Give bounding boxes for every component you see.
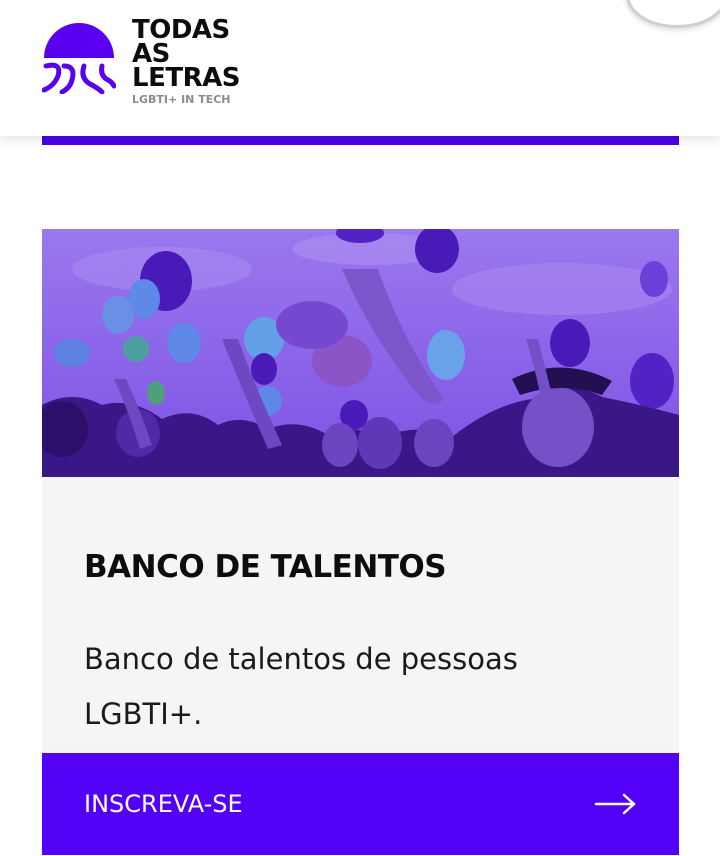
balloons-crowd-illustration (42, 229, 679, 477)
page: TODAS AS LETRAS LGBTI+ IN TECH BANCO DE … (0, 0, 720, 856)
arrow-right-icon (594, 793, 636, 815)
signup-button[interactable]: INSCREVA-SE (42, 753, 679, 855)
site-header: TODAS AS LETRAS LGBTI+ IN TECH (0, 0, 720, 136)
previous-card-bottom-bar (42, 136, 679, 145)
jellyfish-logo-icon (42, 23, 116, 94)
talent-bank-card: BANCO DE TALENTOS Banco de talentos de p… (42, 229, 679, 855)
card-image (42, 229, 679, 477)
logo-tagline: LGBTI+ IN TECH (132, 93, 231, 106)
logo-word-3: LETRAS (132, 63, 240, 93)
logo-wordmark: TODAS AS LETRAS LGBTI+ IN TECH (132, 17, 240, 106)
header-corner-button[interactable] (626, 0, 720, 28)
logo-link[interactable]: TODAS AS LETRAS LGBTI+ IN TECH (42, 17, 272, 118)
signup-button-label: INSCREVA-SE (84, 790, 243, 818)
card-title: BANCO DE TALENTOS (84, 548, 447, 585)
card-description: Banco de talentos de pessoas LGBTI+. (84, 642, 518, 731)
